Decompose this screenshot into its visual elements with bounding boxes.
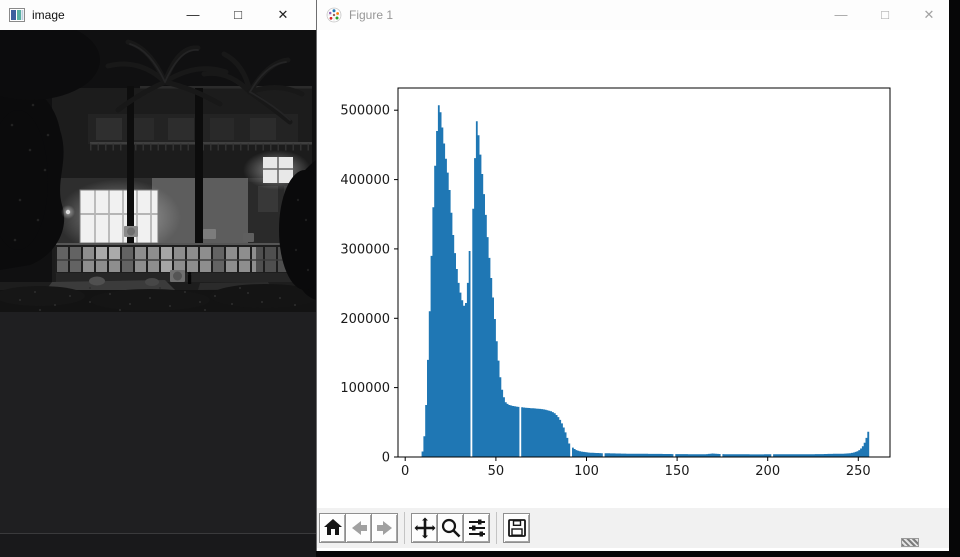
cv-close-button[interactable]: ✕ — [267, 0, 299, 30]
taskbar-edge — [0, 533, 316, 557]
image-app-icon — [9, 7, 25, 23]
y-tick-label: 500000 — [340, 104, 390, 119]
x-tick-label: 50 — [488, 464, 505, 479]
mpl-toolbar — [317, 508, 949, 548]
x-tick-label: 250 — [846, 464, 871, 479]
streetlamp — [65, 209, 71, 215]
y-tick-label: 300000 — [340, 242, 390, 257]
forward-icon — [376, 521, 392, 535]
zoom-icon — [441, 518, 460, 538]
forward-button[interactable] — [371, 513, 398, 543]
night-photo-rendering — [0, 20, 331, 312]
cv-titlebar[interactable]: image — □ ✕ — [0, 0, 316, 30]
cv-minimize-button[interactable]: — — [177, 0, 209, 30]
pan-icon — [414, 517, 435, 539]
y-tick-label: 100000 — [340, 381, 390, 396]
y-tick-label: 400000 — [340, 173, 390, 188]
histogram-bars — [405, 105, 870, 458]
mpl-minimize-button[interactable]: — — [825, 0, 857, 30]
save-icon — [507, 519, 526, 537]
matplotlib-figure-window: Figure 1 — □ ✕ 0 50 100 150 200 250 0 100000 200… — [316, 0, 949, 551]
matplotlib-logo-icon — [326, 7, 342, 23]
y-tick-label: 200000 — [340, 312, 390, 327]
cv-window-title: image — [32, 8, 65, 22]
toolbar-separator — [404, 512, 405, 544]
mpl-titlebar[interactable]: Figure 1 — □ ✕ — [317, 0, 949, 30]
y-tick-label: 0 — [382, 451, 390, 466]
x-tick-label: 200 — [755, 464, 780, 479]
home-button[interactable] — [319, 513, 346, 543]
x-tick-label: 100 — [574, 464, 599, 479]
home-icon — [323, 519, 342, 535]
configure-subplots-icon — [468, 519, 485, 537]
x-tick-label: 0 — [401, 464, 409, 479]
night-photo — [0, 20, 331, 312]
desktop-background — [0, 312, 316, 557]
mpl-close-button[interactable]: ✕ — [913, 0, 945, 30]
toolbar-separator — [496, 512, 497, 544]
back-button[interactable] — [345, 513, 372, 543]
lit-window-large — [80, 190, 158, 243]
histogram-plot: 0 50 100 150 200 250 0 100000 200000 300000 400000… — [340, 87, 891, 479]
figure-canvas[interactable]: 0 50 100 150 200 250 0 100000 200000 300000 400000… — [317, 30, 949, 508]
mpl-window-title: Figure 1 — [349, 8, 394, 22]
pan-button[interactable] — [411, 513, 438, 543]
configure-subplots-button[interactable] — [463, 513, 490, 543]
opencv-image-window: image — □ ✕ — [0, 0, 331, 312]
axes-frame — [397, 87, 891, 458]
x-tick-label: 150 — [665, 464, 690, 479]
mpl-maximize-button[interactable]: □ — [869, 0, 901, 30]
save-button[interactable] — [503, 513, 530, 543]
back-icon — [351, 521, 367, 535]
resize-grip[interactable] — [901, 538, 919, 547]
zoom-button[interactable] — [437, 513, 464, 543]
cv-maximize-button[interactable]: □ — [222, 0, 254, 30]
